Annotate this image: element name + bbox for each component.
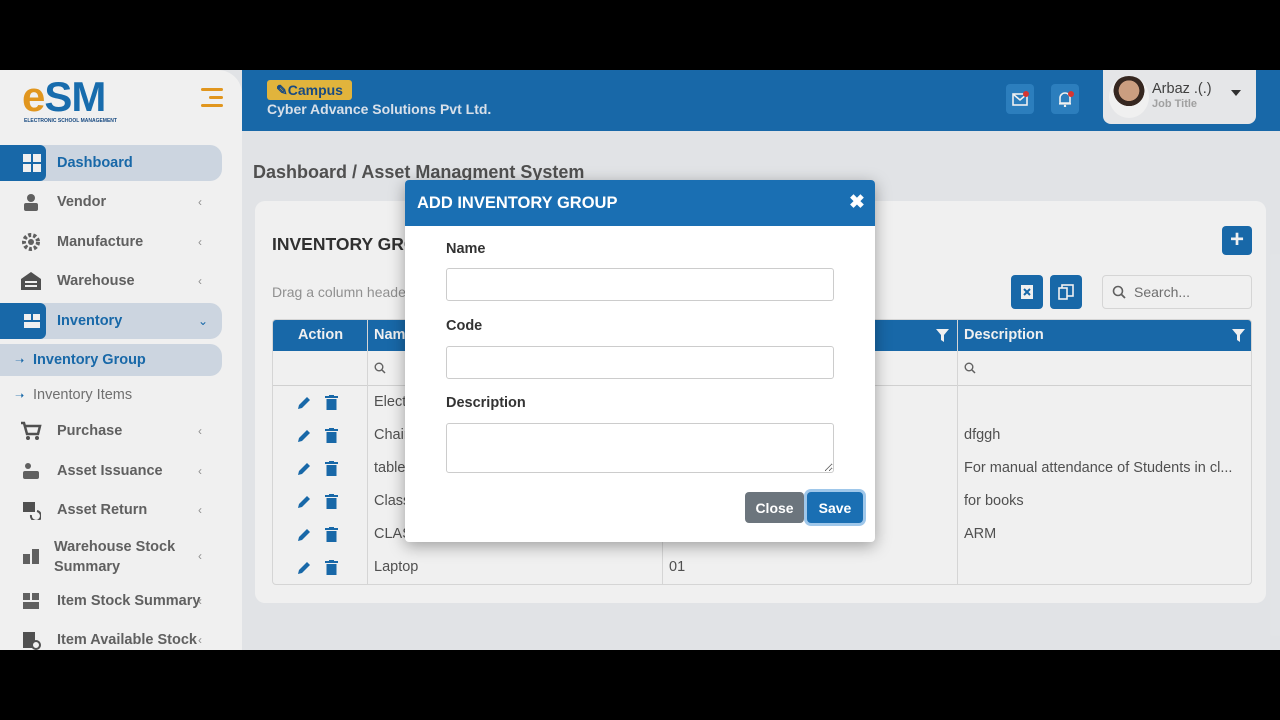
modal-title: ADD INVENTORY GROUP [417, 194, 618, 212]
name-label: Name [446, 241, 486, 257]
name-field[interactable] [446, 268, 834, 301]
app-screen: eSM ELECTRONIC SCHOOL MANAGEMENT Dashboa… [0, 70, 1280, 650]
description-field[interactable] [446, 423, 834, 473]
add-inventory-group-modal: ADD INVENTORY GROUP ✖ Name Code Descript… [405, 180, 875, 542]
description-label: Description [446, 395, 526, 411]
code-label: Code [446, 318, 483, 334]
save-button[interactable]: Save [807, 492, 863, 523]
code-field[interactable] [446, 346, 834, 379]
modal-header: ADD INVENTORY GROUP ✖ [405, 180, 875, 226]
close-button[interactable]: Close [745, 492, 804, 523]
close-icon[interactable]: ✖ [849, 191, 865, 214]
